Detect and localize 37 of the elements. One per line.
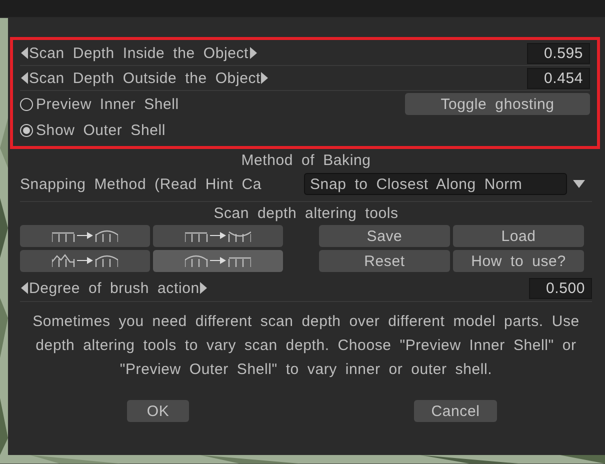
decrease-arrow-icon[interactable]: [21, 282, 28, 294]
radio-option[interactable]: Preview Inner Shell: [20, 96, 179, 113]
value-field[interactable]: 0.500: [529, 278, 592, 299]
parameter-label: Degree of brush action: [29, 280, 200, 297]
shape-change-icon: [185, 229, 251, 244]
cancel-button[interactable]: Cancel: [414, 400, 497, 422]
increase-arrow-icon[interactable]: [250, 47, 257, 60]
tool-button[interactable]: [153, 225, 283, 248]
value-field[interactable]: 0.454: [527, 68, 590, 89]
decrease-arrow-icon[interactable]: [21, 72, 28, 84]
value-field[interactable]: 0.595: [527, 42, 590, 64]
radio-icon[interactable]: [20, 124, 33, 137]
ok-button[interactable]: OK: [127, 400, 189, 422]
toggle-ghosting-button[interactable]: Toggle ghosting: [405, 93, 590, 116]
section-title: Scan depth altering tools: [212, 204, 400, 224]
parameter-label: Scan Depth Outside the Object: [29, 70, 260, 87]
section-title: Method of Baking: [240, 151, 372, 172]
shape-change-icon: [52, 229, 118, 244]
action-button[interactable]: How to use?: [453, 250, 584, 272]
increase-arrow-icon[interactable]: [200, 282, 208, 294]
action-button[interactable]: Load: [453, 225, 584, 248]
shape-change-icon: [52, 254, 118, 268]
shape-change-icon: [185, 254, 251, 268]
radio-option[interactable]: Show Outer Shell: [20, 122, 166, 139]
snapping-dropdown[interactable]: Snap to Closest Along Norm: [304, 173, 567, 196]
help-text: Sometimes you need different scan depth over different model parts. Use depth altering tools to vary scan depth. Choose "Preview Inner Shell" or "Preview Outer Shell" to vary inner or outer shell.: [32, 312, 580, 380]
increase-arrow-icon[interactable]: [261, 72, 268, 84]
snapping-label: Snapping Method (Read Hint Ca: [20, 176, 262, 193]
radio-icon[interactable]: [20, 98, 33, 111]
action-button[interactable]: Save: [319, 225, 450, 248]
tool-button[interactable]: [153, 250, 283, 272]
decrease-arrow-icon[interactable]: [21, 47, 28, 60]
tool-button[interactable]: [20, 250, 150, 272]
caret-icon[interactable]: [573, 180, 585, 188]
action-button[interactable]: Reset: [319, 250, 450, 272]
tool-button[interactable]: [20, 225, 150, 248]
parameter-label: Scan Depth Inside the Object: [29, 44, 249, 62]
